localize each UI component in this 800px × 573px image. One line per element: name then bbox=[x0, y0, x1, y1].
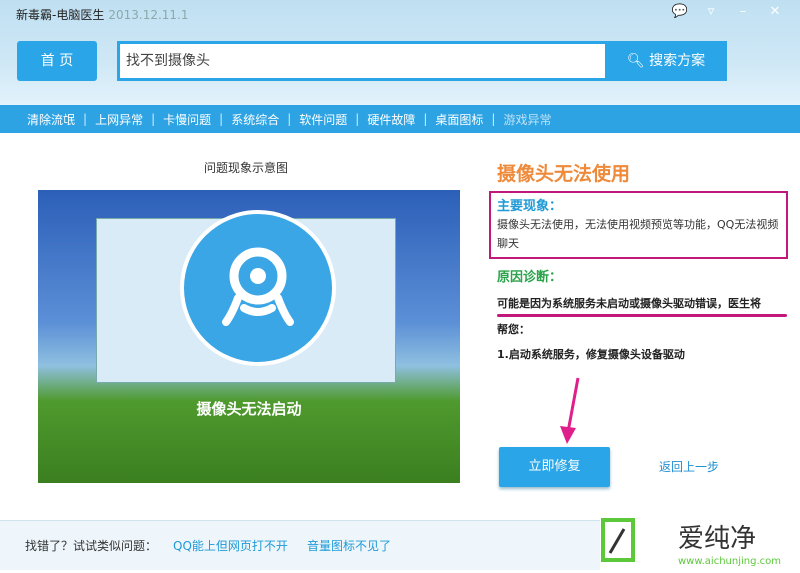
camera-icon bbox=[180, 210, 336, 366]
header: 新毒霸-电脑医生 2013.12.11.1 💬 ▿ – ✕ 首 页 找不到摄像头 … bbox=[0, 0, 800, 105]
back-link[interactable]: 返回上一步 bbox=[659, 458, 719, 475]
search-button[interactable]: 🔍︎ 搜索方案 bbox=[605, 41, 727, 81]
nav-item[interactable]: 硬件故障 bbox=[367, 111, 415, 128]
category-nav: 清除流氓 | 上网异常 | 卡慢问题 | 系统综合 | 软件问题 | 硬件故障 | 桌面图标… bbox=[0, 105, 800, 133]
symptom-text: 摄像头无法使用，无法使用视频预览等功能，QQ无法视频聊天 bbox=[497, 218, 779, 250]
search-icon: 🔍︎ bbox=[626, 53, 645, 69]
app-name: 新毒霸-电脑医生 bbox=[16, 8, 105, 22]
version: 2013.12.11.1 bbox=[108, 8, 189, 22]
search-button-label: 搜索方案 bbox=[649, 53, 706, 69]
similar-link[interactable]: 音量图标不见了 bbox=[307, 537, 391, 554]
minimize-icon[interactable]: – bbox=[731, 2, 755, 22]
similar-link[interactable]: QQ能上但网页打不开 bbox=[173, 537, 288, 554]
nav-item[interactable]: 卡慢问题 bbox=[163, 111, 211, 128]
diagnosis-text-cont: 帮您： bbox=[497, 323, 530, 336]
nav-item[interactable]: 清除流氓 bbox=[27, 111, 75, 128]
watermark-logo: 爱纯净 www.aichunjing.com bbox=[600, 515, 800, 570]
fix-step: 1.启动系统服务，修复摄像头设备驱动 bbox=[497, 348, 685, 361]
overlay-text: 摄像头无法启动 bbox=[196, 400, 302, 418]
problem-title: 摄像头无法使用 bbox=[497, 163, 631, 185]
close-icon[interactable]: ✕ bbox=[763, 2, 787, 22]
symptom-heading: 主要现象： bbox=[497, 199, 563, 214]
illustration-caption: 问题现象示意图 bbox=[204, 161, 289, 175]
nav-item[interactable]: 桌面图标 bbox=[435, 111, 483, 128]
menu-icon[interactable]: ▿ bbox=[699, 2, 723, 22]
nav-item[interactable]: 上网异常 bbox=[95, 111, 143, 128]
home-button[interactable]: 首 页 bbox=[17, 41, 97, 81]
nav-item[interactable]: 软件问题 bbox=[299, 111, 347, 128]
chat-icon[interactable]: 💬 bbox=[668, 2, 692, 22]
diagnosis-text: 可能是因为系统服务未启动或摄像头驱动错误，医生将 bbox=[497, 297, 761, 310]
svg-text:爱纯净: 爱纯净 bbox=[678, 524, 756, 554]
footer-prompt: 找错了？试试类似问题： bbox=[25, 539, 158, 553]
search-input[interactable]: 找不到摄像头 bbox=[117, 41, 607, 81]
svg-text:www.aichunjing.com: www.aichunjing.com bbox=[678, 556, 781, 567]
highlight-underline bbox=[497, 314, 787, 317]
fix-now-button[interactable]: 立即修复 bbox=[499, 447, 610, 487]
arrow-annotation bbox=[560, 377, 580, 444]
diagnosis-heading: 原因诊断： bbox=[497, 270, 563, 285]
nav-item[interactable]: 系统综合 bbox=[231, 111, 279, 128]
window-title: 新毒霸-电脑医生 2013.12.11.1 bbox=[16, 6, 189, 23]
nav-item[interactable]: 游戏异常 bbox=[503, 111, 551, 128]
